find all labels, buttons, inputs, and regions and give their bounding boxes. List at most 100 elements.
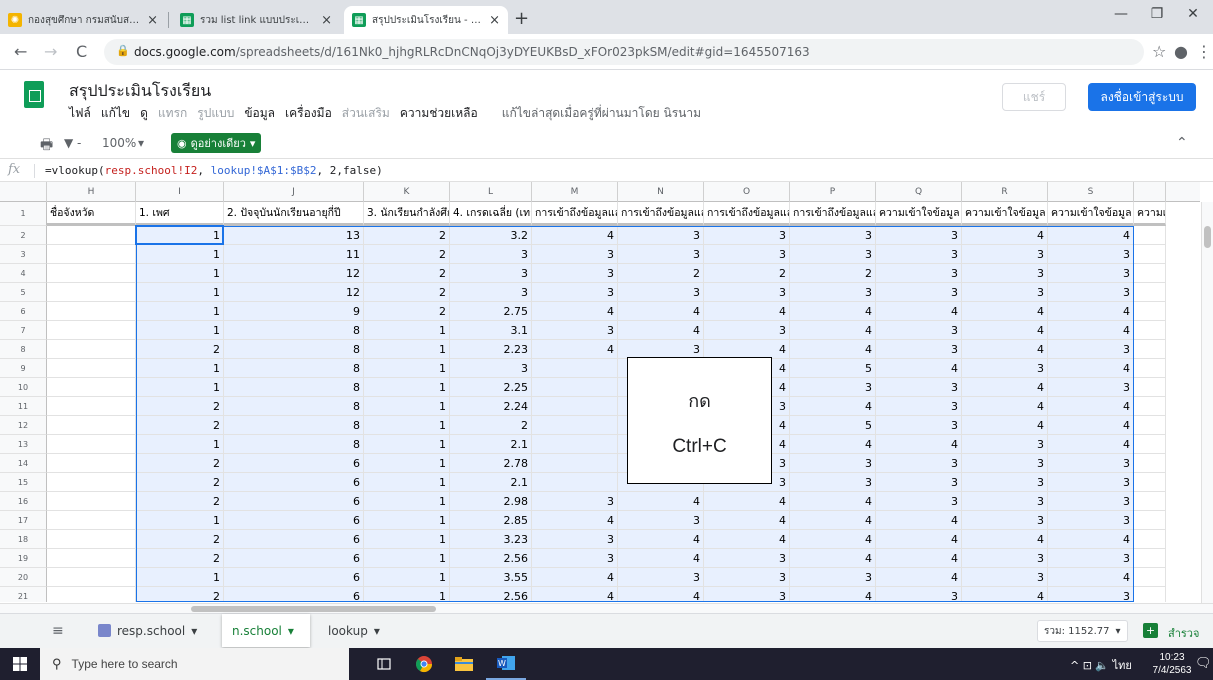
data-cell[interactable]: 1	[136, 568, 224, 587]
data-cell[interactable]: 1	[136, 359, 224, 378]
data-cell[interactable]: 1	[136, 283, 224, 302]
data-cell[interactable]: 8	[224, 321, 364, 340]
data-cell[interactable]: 3	[790, 473, 876, 492]
data-cell[interactable]	[1134, 245, 1166, 264]
file-explorer-icon[interactable]	[444, 648, 484, 680]
column-header-next[interactable]	[1134, 182, 1166, 202]
data-cell[interactable]: 4	[790, 302, 876, 321]
data-cell[interactable]: 11	[224, 245, 364, 264]
data-cell[interactable]: 3.23	[450, 530, 532, 549]
print-icon[interactable]: 🖶	[40, 134, 53, 158]
data-cell[interactable]: 4	[704, 492, 790, 511]
data-cell[interactable]: 3	[962, 435, 1048, 454]
explore-label[interactable]: สำรวจ	[1168, 624, 1199, 642]
data-cell[interactable]: 4	[704, 511, 790, 530]
data-cell[interactable]: 3	[876, 245, 962, 264]
browser-tab-health-education[interactable]: ✺ กองสุขศึกษา กรมสนับสนุนบริการสุขภาพ ×	[0, 6, 166, 34]
data-cell[interactable]: 2.78	[450, 454, 532, 473]
data-cell[interactable]: 2	[136, 473, 224, 492]
data-cell[interactable]	[1134, 435, 1166, 454]
data-cell[interactable]: 2.23	[450, 340, 532, 359]
data-cell[interactable]: 2	[136, 492, 224, 511]
data-cell[interactable]	[47, 454, 136, 473]
data-cell[interactable]: 4	[876, 359, 962, 378]
data-cell[interactable]: 2	[136, 530, 224, 549]
data-cell[interactable]: 1	[364, 511, 450, 530]
row-header[interactable]: 17	[0, 511, 47, 530]
data-cell[interactable]: 3	[1048, 264, 1134, 283]
data-cell[interactable]: 3	[962, 359, 1048, 378]
header-cell[interactable]: 4. เกรดเฉลี่ย (เทอ	[450, 202, 532, 226]
header-cell[interactable]: 2. ปัจจุบันนักเรียนอายุกี่ปี	[224, 202, 364, 226]
data-cell[interactable]: 1	[364, 530, 450, 549]
google-sheets-logo-icon[interactable]	[24, 81, 44, 108]
data-cell[interactable]: 5	[790, 416, 876, 435]
data-cell[interactable]: 6	[224, 454, 364, 473]
data-cell[interactable]	[47, 264, 136, 283]
data-cell[interactable]: 12	[224, 283, 364, 302]
data-cell[interactable]: 1	[364, 587, 450, 602]
bookmark-star-icon[interactable]: ☆	[1152, 42, 1166, 61]
explore-icon[interactable]: +	[1143, 623, 1158, 638]
data-cell[interactable]: 3	[450, 245, 532, 264]
data-cell[interactable]: 3	[450, 283, 532, 302]
close-window-button[interactable]: ✕	[1178, 6, 1208, 22]
data-cell[interactable]: 3	[876, 283, 962, 302]
row-header[interactable]: 13	[0, 435, 47, 454]
data-cell[interactable]: 3	[876, 454, 962, 473]
data-cell[interactable]: 1	[136, 378, 224, 397]
header-cell[interactable]: ความเข้าใจข้อมูล	[876, 202, 962, 226]
windows-start-button[interactable]	[0, 648, 40, 680]
data-cell[interactable]: 2	[364, 264, 450, 283]
data-cell[interactable]: 6	[224, 473, 364, 492]
menu-insert[interactable]: แทรก	[158, 104, 187, 123]
row-header[interactable]: 5	[0, 283, 47, 302]
row-header[interactable]: 12	[0, 416, 47, 435]
data-cell[interactable]: 3	[532, 264, 618, 283]
data-cell[interactable]: 6	[224, 587, 364, 602]
data-cell[interactable]: 2.75	[450, 302, 532, 321]
data-cell[interactable]: 3	[962, 511, 1048, 530]
data-cell[interactable]: 4	[790, 340, 876, 359]
data-cell[interactable]: 4	[876, 549, 962, 568]
data-cell[interactable]: 3	[532, 245, 618, 264]
data-cell[interactable]	[1134, 549, 1166, 568]
data-cell[interactable]: 3	[618, 245, 704, 264]
data-cell[interactable]: 1	[136, 321, 224, 340]
column-header-p[interactable]: P	[790, 182, 876, 202]
data-cell[interactable]: 3	[962, 454, 1048, 473]
data-cell[interactable]: 3	[790, 283, 876, 302]
data-cell[interactable]: 5	[790, 359, 876, 378]
data-cell[interactable]	[532, 359, 618, 378]
row-header[interactable]: 7	[0, 321, 47, 340]
data-cell[interactable]	[1134, 302, 1166, 321]
data-cell[interactable]	[1134, 378, 1166, 397]
data-cell[interactable]: 3	[1048, 378, 1134, 397]
data-cell[interactable]: 6	[224, 511, 364, 530]
data-cell[interactable]: 3	[876, 378, 962, 397]
address-bar[interactable]: 🔒 docs.google.com/spreadsheets/d/161Nk0_…	[104, 39, 1144, 65]
data-cell[interactable]: 3	[532, 321, 618, 340]
data-cell[interactable]: 3	[962, 473, 1048, 492]
data-cell[interactable]	[47, 511, 136, 530]
data-cell[interactable]	[1134, 492, 1166, 511]
data-cell[interactable]: 4	[790, 321, 876, 340]
horizontal-scrollbar[interactable]	[0, 603, 1213, 613]
data-cell[interactable]: 3	[532, 549, 618, 568]
data-cell[interactable]: 2	[364, 302, 450, 321]
menu-addons[interactable]: ส่วนเสริม	[342, 104, 390, 123]
column-header-h[interactable]: H	[47, 182, 136, 202]
data-cell[interactable]	[47, 245, 136, 264]
data-cell[interactable]: 4	[790, 511, 876, 530]
data-cell[interactable]	[532, 416, 618, 435]
header-cell[interactable]: การเข้าถึงข้อมูลแล	[618, 202, 704, 226]
column-header-i[interactable]: I	[136, 182, 224, 202]
header-cell[interactable]: 1. เพศ	[136, 202, 224, 226]
data-cell[interactable]: 2	[364, 226, 450, 245]
share-button[interactable]: แชร์	[1002, 83, 1066, 111]
sum-indicator[interactable]: รวม: 1152.77 ▾	[1037, 620, 1128, 642]
data-cell[interactable]: 4	[618, 302, 704, 321]
data-cell[interactable]: 8	[224, 340, 364, 359]
vertical-scroll-thumb[interactable]	[1204, 226, 1211, 248]
data-cell[interactable]: 3	[962, 283, 1048, 302]
